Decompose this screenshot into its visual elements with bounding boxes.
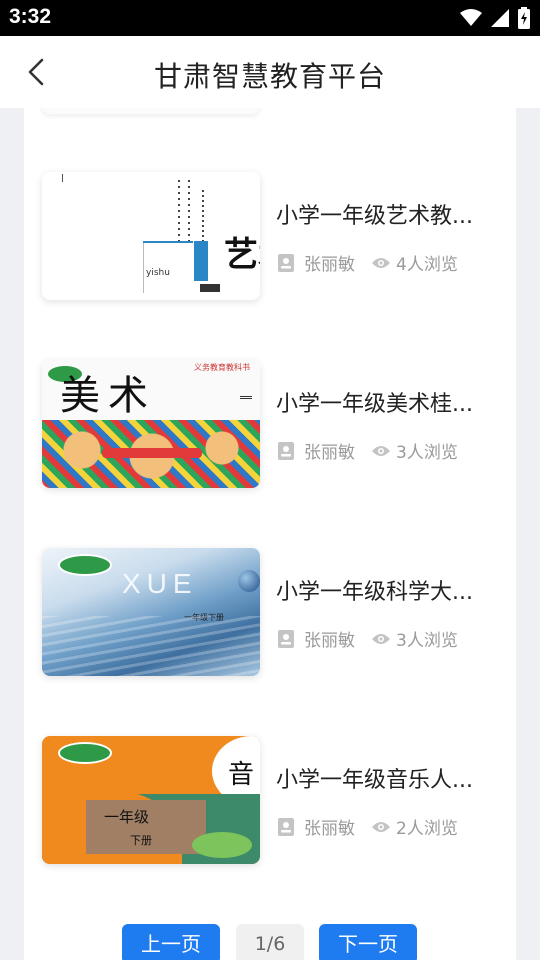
cover-subtitle-2: 下册	[130, 834, 152, 847]
book-cover-art: 义务教育教科书 美术	[42, 360, 260, 488]
app-bar: 甘肃智慧教育平台	[0, 36, 540, 108]
views-label: 3人浏览	[396, 443, 458, 463]
cover-title: 艺术	[224, 235, 260, 275]
list-item[interactable]: 义务教育教科书 美术 小学一年级美术桂... 张丽敏 3人浏览	[42, 360, 502, 490]
views-label: 4人浏览	[396, 255, 458, 275]
wifi-icon	[460, 9, 482, 26]
book-cover-art: 音 一年级 下册	[42, 736, 260, 864]
views-count: 3人浏览	[371, 438, 458, 463]
page-indicator: 1/6	[236, 924, 304, 960]
eye-icon	[372, 633, 390, 644]
views-count: 2人浏览	[371, 814, 458, 839]
item-meta: 张丽敏 3人浏览	[278, 626, 458, 651]
author-icon	[278, 629, 294, 648]
cover-title: 美术	[60, 373, 156, 419]
page-title: 甘肃智慧教育平台	[153, 60, 386, 93]
author-name: 张丽敏	[304, 255, 355, 275]
views-count: 3人浏览	[371, 626, 458, 651]
views-count: 4人浏览	[371, 250, 458, 275]
list-item[interactable]: 音 一年级 下册 小学一年级音乐人... 张丽敏 2人浏览	[42, 736, 502, 866]
book-cover-art: 艺术 yishu	[42, 172, 260, 300]
status-icons	[460, 7, 530, 29]
author-name: 张丽敏	[304, 819, 355, 839]
item-title: 小学一年级音乐人...	[276, 768, 473, 793]
author-icon	[278, 253, 294, 272]
item-meta: 张丽敏 3人浏览	[278, 438, 458, 463]
item-meta: 张丽敏 2人浏览	[278, 814, 458, 839]
item-title: 小学一年级艺术教...	[276, 204, 473, 229]
views-label: 3人浏览	[396, 631, 458, 651]
cover-subtitle: 义务教育教科书	[194, 363, 250, 372]
battery-icon	[518, 7, 530, 29]
cover-title: XUE	[122, 568, 198, 599]
cover-title: 音	[228, 760, 255, 790]
cover-subtitle: yishu	[146, 268, 170, 278]
pagination: 上一页 1/6 下一页	[24, 924, 516, 960]
author-icon	[278, 441, 294, 460]
signal-icon	[491, 9, 509, 27]
eye-icon	[372, 257, 390, 268]
eye-icon	[372, 821, 390, 832]
next-page-button[interactable]: 下一页	[319, 924, 417, 960]
eye-icon	[372, 445, 390, 456]
item-title: 小学一年级美术桂...	[276, 392, 473, 417]
list-item[interactable]: XUE 一年级下册 小学一年级科学大... 张丽敏 3人浏览	[42, 548, 502, 678]
book-cover-art: XUE 一年级下册	[42, 548, 260, 676]
item-title: 小学一年级科学大...	[276, 580, 473, 605]
author-name: 张丽敏	[304, 443, 355, 463]
item-meta: 张丽敏 4人浏览	[278, 250, 458, 275]
list-item[interactable]: 艺术 yishu 小学一年级艺术教... 张丽敏 4人浏览	[42, 172, 502, 302]
cover-subtitle: 一年级	[104, 808, 150, 826]
author-name: 张丽敏	[304, 631, 355, 651]
partial-cover-thumbnail[interactable]	[42, 108, 260, 114]
author-icon	[278, 817, 294, 836]
resource-list[interactable]: 艺术 yishu 小学一年级艺术教... 张丽敏 4人浏览 义务教育教科书 美术…	[24, 108, 516, 960]
status-bar: 3:32	[0, 0, 540, 36]
status-time: 3:32	[9, 5, 52, 28]
prev-page-button[interactable]: 上一页	[122, 924, 220, 960]
views-label: 2人浏览	[396, 819, 458, 839]
